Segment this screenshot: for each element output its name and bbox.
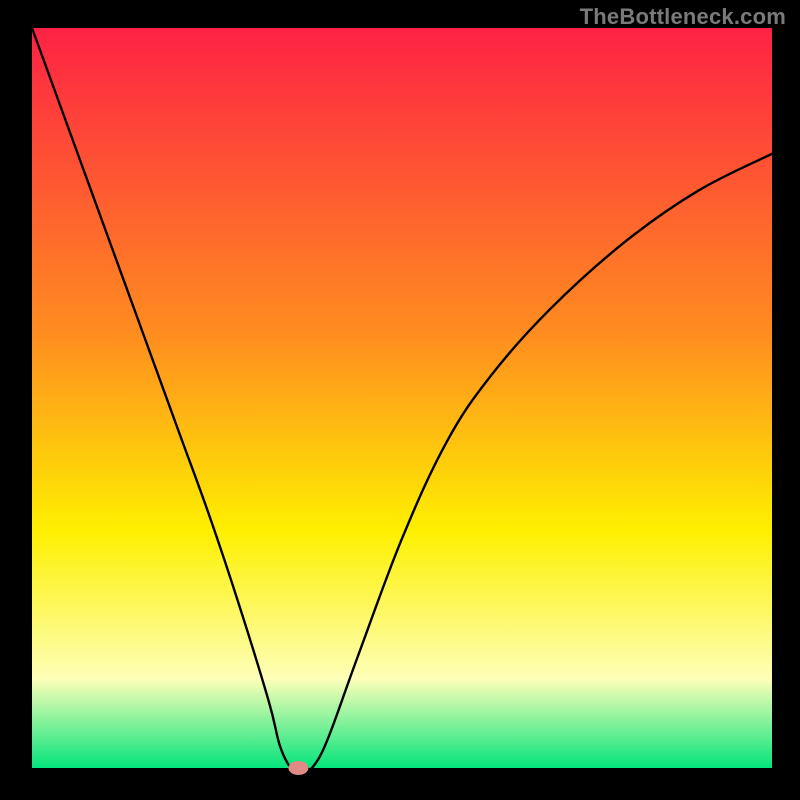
bottleneck-chart (0, 0, 800, 800)
optimum-marker (288, 761, 308, 775)
watermark-text: TheBottleneck.com (580, 4, 786, 30)
chart-container: { "watermark": "TheBottleneck.com", "cha… (0, 0, 800, 800)
plot-background (32, 28, 772, 768)
